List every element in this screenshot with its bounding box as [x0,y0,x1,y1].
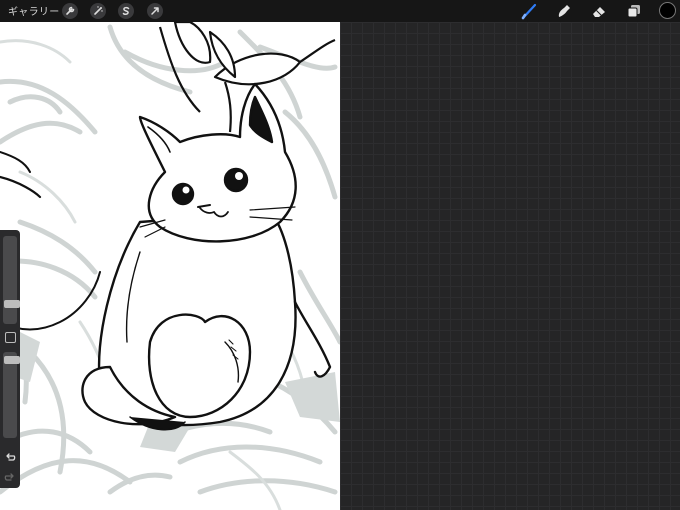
top-toolbar: ギャラリー [0,0,680,22]
brush-icon[interactable] [520,2,538,20]
wrench-icon[interactable] [62,3,78,19]
artwork-illustration [0,22,340,510]
redo-icon[interactable] [4,468,16,481]
eraser-icon[interactable] [590,2,608,20]
magic-wand-icon[interactable] [90,3,106,19]
brush-size-thumb[interactable] [4,300,20,308]
modify-square-icon[interactable] [5,332,16,343]
opacity-slider[interactable] [3,352,20,438]
smudge-icon[interactable] [555,2,573,20]
undo-icon[interactable] [4,448,16,461]
workspace-background [340,22,680,510]
gallery-button[interactable]: ギャラリー [8,3,60,18]
color-picker-swatch[interactable] [659,2,676,19]
layers-icon[interactable] [625,2,643,20]
brush-size-slider[interactable] [3,236,20,324]
left-sidebar [0,230,20,488]
selection-s-icon[interactable] [118,3,134,19]
drawing-canvas[interactable] [0,22,340,510]
transform-arrow-icon[interactable] [147,3,163,19]
opacity-thumb[interactable] [4,356,20,364]
